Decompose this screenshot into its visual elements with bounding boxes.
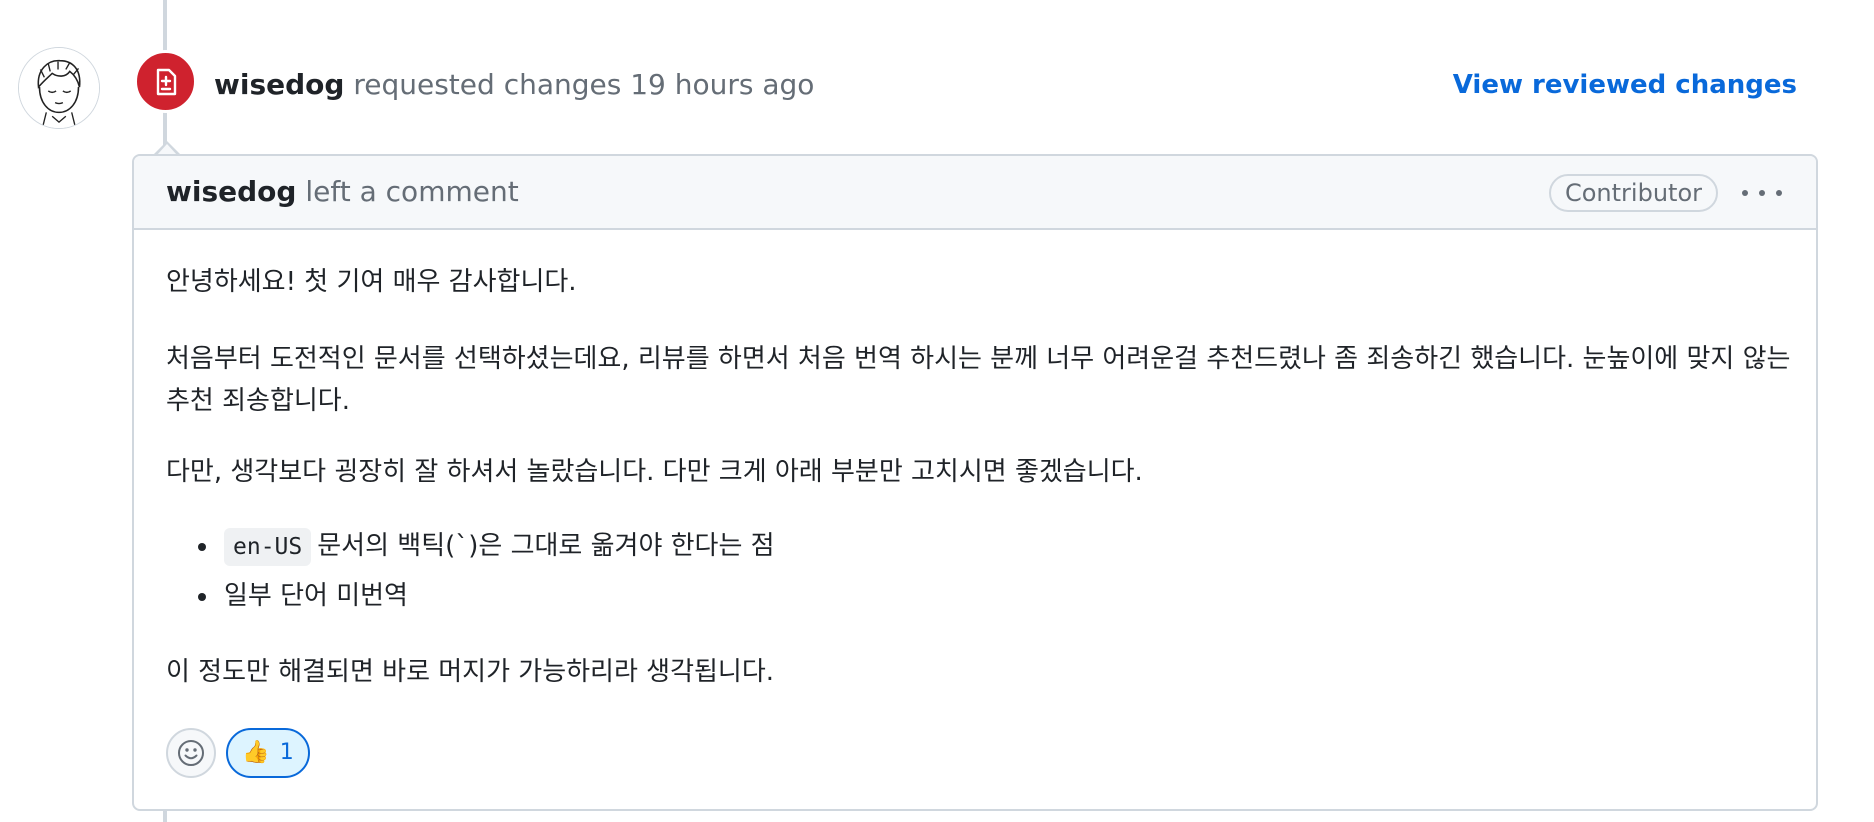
add-reaction-button[interactable]	[166, 728, 216, 778]
comment-author-link[interactable]: wisedog	[166, 175, 296, 208]
comment-header-text: wisedog left a comment	[166, 172, 519, 212]
inline-code: en-US	[224, 528, 312, 566]
comment-paragraph: 처음부터 도전적인 문서를 선택하셨는데요, 리뷰를 하면서 처음 번역 하시는…	[166, 344, 1791, 416]
kebab-dot	[1742, 190, 1748, 196]
view-reviewed-changes-link[interactable]: View reviewed changes	[1453, 67, 1797, 103]
contributor-badge: Contributor	[1548, 174, 1718, 212]
comment-action-text: left a comment	[296, 175, 519, 208]
comment-bullet-list: en-US 문서의 백틱(`)은 그대로 옮겨야 한다는 점 일부 단어 미번역	[166, 526, 775, 626]
bullet-dot	[198, 593, 206, 601]
thumbs-up-reaction-button[interactable]: 👍 1	[226, 728, 310, 778]
comment-paragraph: 이 정도만 해결되면 바로 머지가 가능하리라 생각됩니다.	[166, 657, 775, 687]
smiley-icon	[178, 740, 204, 766]
review-event-header: wisedog requested changes 19 hours ago	[214, 65, 814, 105]
review-action-text: requested changes 19 hours ago	[344, 68, 815, 101]
file-diff-icon	[156, 68, 176, 95]
thumbs-up-icon: 👍	[242, 740, 270, 765]
list-item: en-US 문서의 백틱(`)은 그대로 옮겨야 한다는 점	[166, 526, 775, 576]
comment-paragraph: 다만, 생각보다 굉장히 잘 하셔서 놀랐습니다. 다만 크게 아래 부분만 고…	[166, 457, 1143, 487]
comment-header: wisedog left a comment Contributor	[134, 156, 1816, 230]
list-item-text: 문서의 백틱(`)은 그대로 옮겨야 한다는 점	[317, 531, 775, 561]
list-item-text: 일부 단어 미번역	[224, 581, 408, 611]
list-item: 일부 단어 미번역	[166, 576, 775, 626]
avatar-image	[19, 48, 99, 128]
kebab-horizontal-icon[interactable]	[1742, 178, 1782, 208]
review-author-link[interactable]: wisedog	[214, 68, 344, 101]
reaction-count: 1	[279, 740, 294, 765]
bullet-dot	[198, 543, 206, 551]
kebab-dot	[1759, 190, 1765, 196]
comment-paragraph: 안녕하세요! 첫 기여 매우 감사합니다.	[166, 267, 577, 297]
avatar[interactable]	[18, 47, 100, 129]
changes-requested-badge	[134, 50, 197, 113]
kebab-dot	[1776, 190, 1782, 196]
